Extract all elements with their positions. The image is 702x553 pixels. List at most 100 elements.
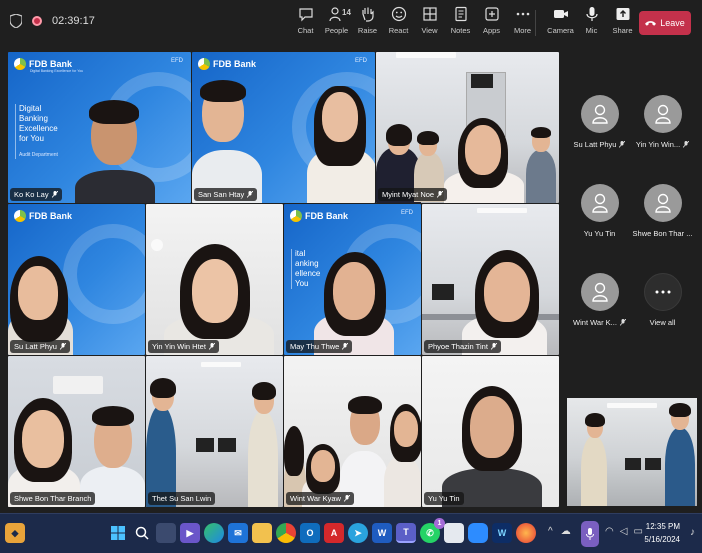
- people-button[interactable]: 14 People: [321, 6, 352, 35]
- leave-button[interactable]: Leave: [639, 11, 691, 35]
- video-tile-may-thu-thwe[interactable]: FDB Bank EFD ital anking ellence You May…: [284, 204, 421, 355]
- whatsapp-icon[interactable]: ✆ 1: [420, 518, 445, 543]
- more-button[interactable]: More: [507, 6, 538, 35]
- person-icon: [591, 282, 608, 302]
- share-icon: [616, 8, 629, 20]
- share-button[interactable]: Share: [607, 6, 638, 35]
- tile-name-label: Thet Su San Lwin: [148, 492, 216, 505]
- volume-icon[interactable]: ◁: [620, 526, 628, 537]
- zoom-icon[interactable]: [468, 523, 488, 543]
- ceiling-light: [151, 239, 163, 251]
- apps-button[interactable]: Apps: [476, 6, 507, 35]
- chevron-up-icon[interactable]: ^: [548, 526, 553, 537]
- acrobat-icon[interactable]: A: [324, 523, 344, 543]
- video-tile-myint-myat-noe[interactable]: Myint Myat Noe: [376, 52, 559, 203]
- vpn-icon[interactable]: W: [492, 523, 512, 543]
- air-conditioner: [53, 376, 103, 394]
- search-icon[interactable]: [132, 523, 152, 543]
- notepad-icon[interactable]: [444, 523, 464, 543]
- telegram-icon[interactable]: ➤: [348, 523, 368, 543]
- ceiling-light: [396, 52, 456, 58]
- file-explorer-icon[interactable]: [252, 523, 272, 543]
- view-all-button[interactable]: View all: [630, 273, 695, 327]
- video-tile-shwe-bon-thar-branch[interactable]: Shwe Bon Thar Branch: [8, 356, 145, 507]
- paint-icon[interactable]: [516, 523, 536, 543]
- video-tile-su-latt-phyu[interactable]: FDB Bank Su Latt Phyu: [8, 204, 145, 355]
- cloud-icon[interactable]: ☁: [561, 526, 571, 537]
- video-tile-san-san-htay[interactable]: FDB Bank EFD San San Htay: [192, 52, 375, 203]
- roster-item-wint-war-k[interactable]: Wint War K...: [567, 273, 632, 327]
- notifications-bell-icon[interactable]: ♪: [690, 527, 695, 538]
- self-view-video[interactable]: [567, 398, 697, 506]
- task-view-icon[interactable]: [156, 523, 176, 543]
- mic-in-use-icon[interactable]: [581, 521, 599, 547]
- edge-icon[interactable]: [204, 523, 224, 543]
- notes-button[interactable]: Notes: [445, 6, 476, 35]
- apps-label: Apps: [482, 26, 501, 35]
- roster-item-yin-yin-win[interactable]: Yin Yin Win...: [630, 95, 695, 149]
- camera-label: Camera: [547, 26, 574, 35]
- clock[interactable]: 12:35 PM 5/16/2024: [644, 520, 680, 546]
- chat-button[interactable]: Chat: [290, 6, 321, 35]
- tile-name-label: May Thu Thwe: [286, 340, 353, 353]
- avatar: [643, 95, 682, 133]
- slogan-text: Digital Banking Excellence for You Audit…: [15, 104, 58, 159]
- ceiling-light: [477, 208, 527, 213]
- person-icon: [654, 104, 671, 124]
- roster-name: Su Latt Phyu: [573, 140, 617, 149]
- meet-app-icon[interactable]: ▶: [180, 523, 200, 543]
- outlook-icon[interactable]: O: [300, 523, 320, 543]
- chat-icon: [298, 8, 313, 22]
- teams-icon[interactable]: T: [396, 523, 416, 543]
- video-tile-phyoe-thazin-tint[interactable]: Phyoe Thazin Tint: [422, 204, 559, 355]
- fdb-bank-logo: FDB Bank: [290, 210, 348, 222]
- office-monitor: [625, 458, 641, 470]
- more-icon: [516, 12, 529, 16]
- view-button[interactable]: View: [414, 6, 445, 35]
- camera-button[interactable]: Camera: [545, 6, 576, 35]
- video-tile-ko-ko-lay[interactable]: FDB Bank Digital Banking Excellence for …: [8, 52, 191, 203]
- view-all-label: View all: [649, 318, 676, 327]
- status-icons: ◠ ◁ ▭: [605, 526, 643, 537]
- person-icon: [654, 193, 671, 213]
- mic-off-icon: [437, 191, 444, 198]
- meeting-status: 02:39:17: [10, 14, 95, 28]
- tile-name-label: Ko Ko Lay: [10, 188, 62, 201]
- office-monitor: [432, 284, 454, 300]
- recording-icon: [32, 16, 42, 26]
- mail-icon[interactable]: ✉: [228, 523, 248, 543]
- tile-name-label: Yu Yu Tin: [424, 492, 464, 505]
- windows-taskbar: ◆ ▶ ✉ O A ➤ W T ✆ 1 W ^ ☁ ◠ ◁ ▭ 12:35 PM…: [0, 513, 702, 553]
- video-tile-wint-war-kyaw[interactable]: Wint War Kyaw: [284, 356, 421, 507]
- video-tile-thet-su-san-lwin[interactable]: Thet Su San Lwin: [146, 356, 283, 507]
- clock-date: 5/16/2024: [644, 535, 680, 544]
- meeting-timer: 02:39:17: [52, 15, 95, 27]
- person-icon: [591, 193, 608, 213]
- tile-name-label: Wint War Kyaw: [286, 492, 354, 505]
- avatar: [580, 95, 619, 133]
- react-button[interactable]: React: [383, 6, 414, 35]
- start-icon[interactable]: [108, 523, 128, 543]
- chrome-icon[interactable]: [276, 523, 296, 543]
- efd-logo: EFD: [171, 58, 183, 64]
- camera-icon: [553, 10, 568, 18]
- video-grid: FDB Bank Digital Banking Excellence for …: [8, 52, 559, 507]
- battery-icon[interactable]: ▭: [633, 526, 642, 537]
- word-icon[interactable]: W: [372, 523, 392, 543]
- notes-icon: [454, 6, 467, 22]
- mic-button[interactable]: Mic: [576, 6, 607, 35]
- wifi-icon[interactable]: ◠: [605, 526, 614, 537]
- roster-item-shwe-bon-thar[interactable]: Shwe Bon Thar ...: [630, 184, 695, 238]
- fdb-bank-logo: FDB Bank: [198, 58, 256, 70]
- video-tile-yu-yu-tin[interactable]: Yu Yu Tin: [422, 356, 559, 507]
- roster-item-su-latt-phyu[interactable]: Su Latt Phyu: [567, 95, 632, 149]
- mic-label: Mic: [585, 26, 598, 35]
- tile-name-label: Phyoe Thazin Tint: [424, 340, 501, 353]
- person-icon: [591, 104, 608, 124]
- notes-label: Notes: [450, 26, 471, 35]
- leave-label: Leave: [660, 18, 685, 28]
- video-tile-yin-yin-win-htet[interactable]: Yin Yin Win Htet: [146, 204, 283, 355]
- widgets-icon[interactable]: ◆: [5, 523, 25, 543]
- raise-hand-button[interactable]: Raise: [352, 6, 383, 35]
- roster-item-yu-yu-tin[interactable]: Yu Yu Tin: [567, 184, 632, 238]
